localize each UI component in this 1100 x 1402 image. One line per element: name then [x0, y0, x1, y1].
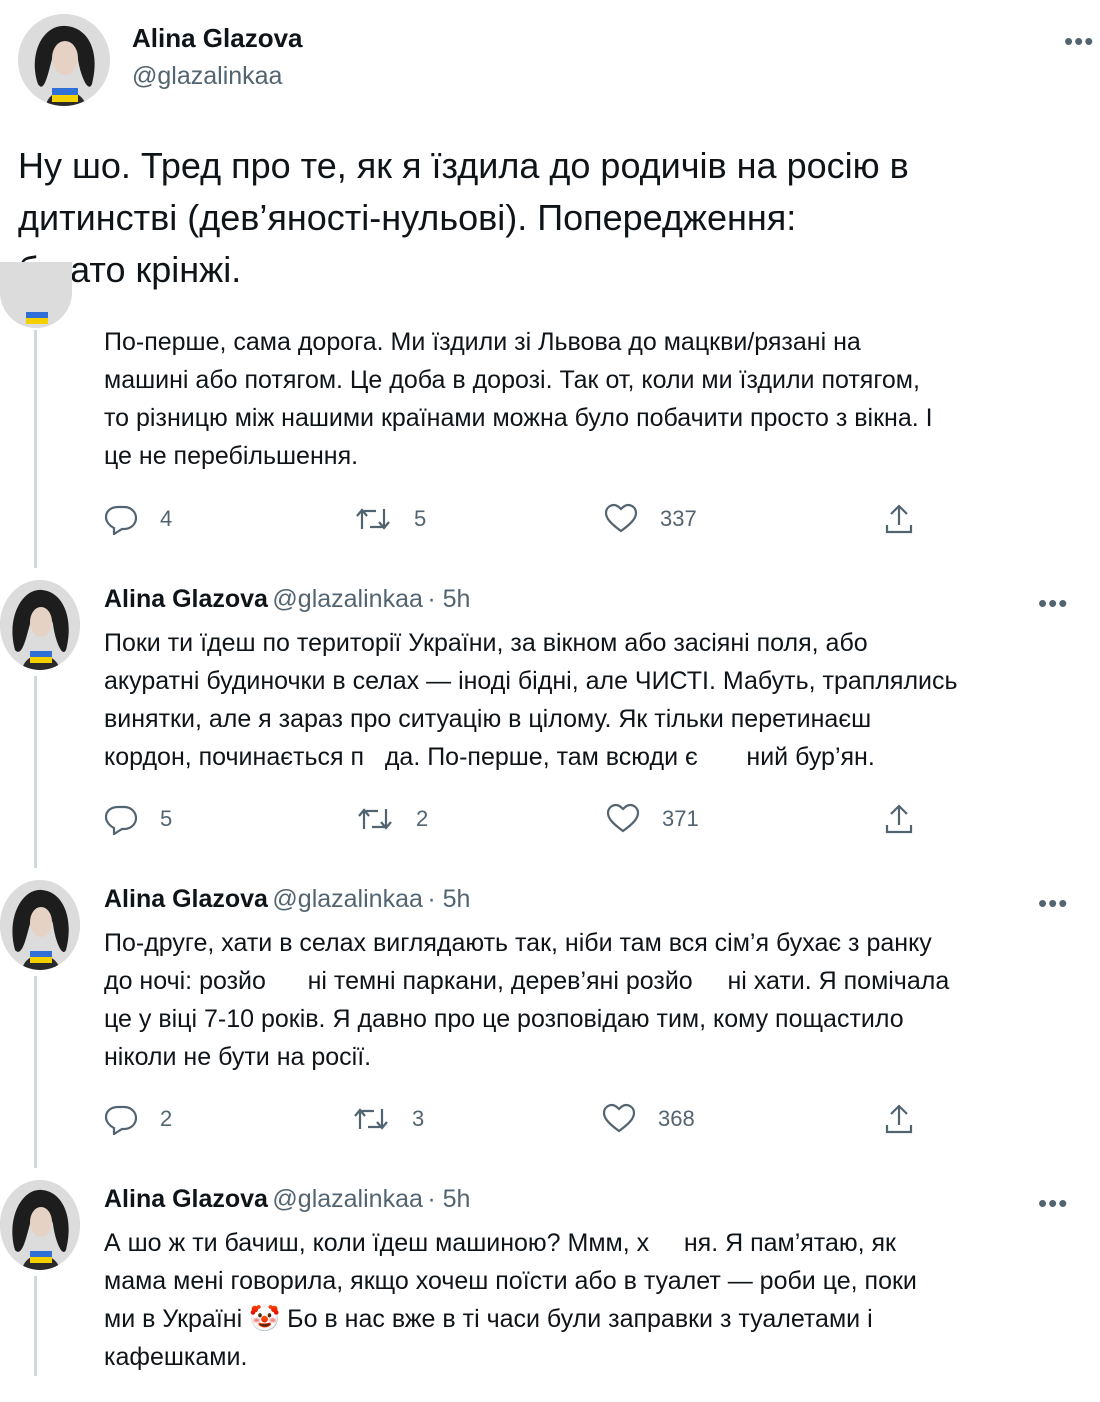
reply-1-text: По-перше, сама дорога. Ми їздили зі Льво… — [104, 328, 933, 470]
author-avatar[interactable] — [18, 14, 110, 106]
avatar-photo — [0, 880, 80, 970]
reply-3-text: По-друге, хати в селах виглядають так, н… — [104, 929, 950, 1071]
thread-line — [34, 976, 37, 1168]
reply-2-reply-button[interactable]: 5 — [104, 803, 172, 835]
author-handle[interactable]: @glazalinkaa — [132, 62, 282, 91]
main-tweet-text: Ну шо. Тред про те, як я їздила до родич… — [18, 145, 909, 290]
avatar-photo — [0, 580, 80, 670]
reply-3-header: Alina Glazova @glazalinkaa · 5h — [104, 885, 470, 914]
heart-icon — [602, 1103, 636, 1133]
like-count: 337 — [660, 506, 697, 531]
reply-2-like-button[interactable]: 371 — [606, 803, 699, 835]
more-options-button[interactable]: ••• — [1064, 28, 1094, 54]
reply-author-handle[interactable]: @glazalinkaa — [272, 1185, 422, 1213]
reply-1-like-button[interactable]: 337 — [604, 503, 697, 535]
like-count: 371 — [662, 806, 699, 831]
reply-author-name[interactable]: Alina Glazova — [104, 885, 268, 913]
retweet-icon — [356, 508, 390, 530]
more-options-button[interactable]: ••• — [1038, 890, 1068, 916]
reply-timestamp[interactable]: · 5h — [427, 1185, 470, 1213]
reply-icon — [104, 805, 138, 835]
reply-3-share-button[interactable] — [884, 1103, 936, 1135]
reply-2-share-button[interactable] — [884, 803, 936, 835]
share-icon — [885, 1104, 913, 1134]
reply-4-text: А шо ж ти бачиш, коли їдеш машиною? Ммм,… — [104, 1224, 1084, 1376]
share-icon — [885, 504, 913, 534]
heart-icon — [604, 503, 638, 533]
reply-1-reply-button[interactable]: 4 — [104, 503, 172, 535]
retweet-icon — [354, 1108, 388, 1130]
reply-timestamp[interactable]: · 5h — [427, 885, 470, 913]
reply-count: 5 — [160, 806, 173, 831]
reply-3-like-button[interactable]: 368 — [602, 1103, 695, 1135]
reply-avatar[interactable] — [0, 1180, 80, 1270]
author-name[interactable]: Alina Glazova — [132, 23, 303, 54]
avatar-photo — [18, 14, 110, 106]
reply-1-retweet-button[interactable]: 5 — [354, 503, 426, 535]
more-options-button[interactable]: ••• — [1038, 1190, 1068, 1216]
thread-line — [34, 330, 37, 568]
clown-emoji: 🤡 — [249, 1305, 281, 1333]
like-count: 368 — [658, 1106, 695, 1131]
reply-author-name[interactable]: Alina Glazova — [104, 1185, 268, 1213]
reply-avatar[interactable] — [0, 580, 80, 670]
reply-1-share-button[interactable] — [884, 503, 936, 535]
reply-author-handle[interactable]: @glazalinkaa — [272, 885, 422, 913]
reply-icon — [104, 505, 138, 535]
reply-avatar-partial[interactable] — [0, 262, 72, 328]
reply-4-header: Alina Glazova @glazalinkaa · 5h — [104, 1185, 470, 1214]
retweet-icon — [358, 808, 392, 830]
thread-line — [34, 1276, 37, 1376]
share-icon — [885, 804, 913, 834]
reply-icon — [104, 1105, 138, 1135]
retweet-count: 2 — [416, 806, 429, 831]
reply-3-retweet-button[interactable]: 3 — [352, 1103, 424, 1135]
reply-3-reply-button[interactable]: 2 — [104, 1103, 172, 1135]
reply-2-text: Поки ти їдеш по території України, за ві… — [104, 629, 958, 771]
more-options-button[interactable]: ••• — [1038, 590, 1068, 616]
reply-avatar[interactable] — [0, 880, 80, 970]
avatar-photo — [0, 262, 72, 328]
reply-author-handle[interactable]: @glazalinkaa — [272, 585, 422, 613]
reply-2-header: Alina Glazova @glazalinkaa · 5h — [104, 585, 470, 614]
reply-count: 4 — [160, 506, 173, 531]
thread-line — [34, 676, 37, 868]
reply-author-name[interactable]: Alina Glazova — [104, 585, 268, 613]
reply-timestamp[interactable]: · 5h — [427, 585, 470, 613]
heart-icon — [606, 803, 640, 833]
retweet-count: 5 — [414, 506, 427, 531]
reply-count: 2 — [160, 1106, 173, 1131]
retweet-count: 3 — [412, 1106, 425, 1131]
avatar-photo — [0, 1180, 80, 1270]
reply-2-retweet-button[interactable]: 2 — [356, 803, 428, 835]
